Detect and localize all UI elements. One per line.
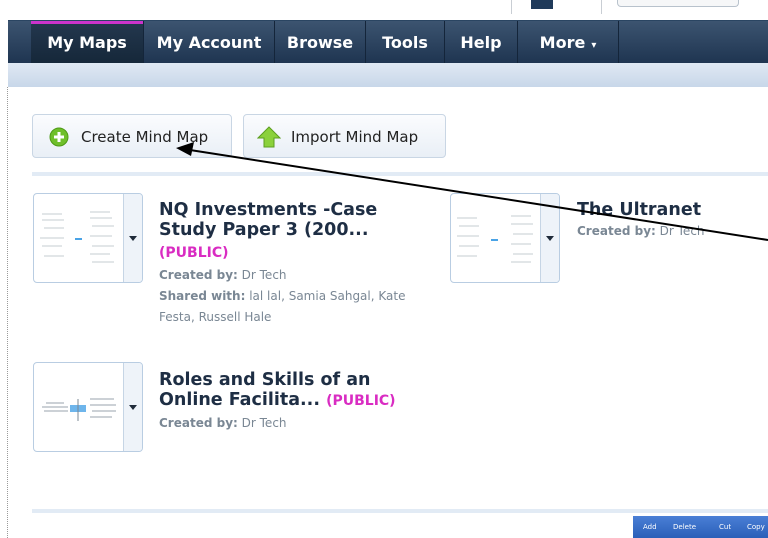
top-dark-tab bbox=[531, 0, 553, 9]
nav-more-label: More bbox=[539, 33, 586, 52]
created-by-value: Dr Tech bbox=[241, 268, 287, 282]
chevron-down-icon bbox=[129, 405, 137, 410]
nav-browse-label: Browse bbox=[286, 33, 354, 52]
nav-help[interactable]: Help bbox=[445, 21, 518, 64]
upload-arrow-icon bbox=[257, 126, 281, 148]
map-title-line2: Online Facilita... bbox=[159, 390, 320, 410]
plus-circle-icon bbox=[49, 127, 69, 147]
section-divider-bottom bbox=[32, 509, 768, 513]
page-border bbox=[7, 87, 8, 538]
mind-map-preview-icon bbox=[40, 211, 114, 263]
public-badge: (PUBLIC) bbox=[326, 393, 396, 409]
mind-map-preview-icon bbox=[457, 215, 533, 263]
nav-tools-label: Tools bbox=[382, 33, 428, 52]
section-divider-top bbox=[32, 172, 768, 176]
delete-button[interactable]: Delete bbox=[673, 523, 696, 531]
shared-with-line2: Festa, Russell Hale bbox=[159, 310, 272, 324]
map-title-line1: NQ Investments -Case bbox=[159, 200, 378, 220]
top-field[interactable] bbox=[617, 0, 739, 7]
top-separator-2 bbox=[601, 0, 602, 14]
top-strip bbox=[0, 0, 768, 20]
cut-button[interactable]: Cut bbox=[719, 523, 731, 531]
top-separator bbox=[511, 0, 512, 14]
create-mind-map-button[interactable]: Create Mind Map bbox=[32, 114, 232, 158]
chevron-down-icon bbox=[546, 236, 554, 241]
nav-my-maps-label: My Maps bbox=[47, 33, 127, 52]
mind-map-preview-icon bbox=[42, 398, 116, 421]
map-title-line1: The Ultranet bbox=[577, 200, 702, 220]
chevron-down-icon: ▾ bbox=[591, 40, 597, 51]
map-title[interactable]: NQ Investments -Case Study Paper 3 (200.… bbox=[159, 200, 377, 240]
main-nav: My Maps My Account Browse Tools Help Mor… bbox=[8, 20, 768, 64]
created-by-label: Created by: bbox=[577, 224, 656, 238]
created-by-label: Created by: bbox=[159, 268, 238, 282]
created-by-label: Created by: bbox=[159, 416, 238, 430]
map-title-line2: Study Paper 3 (200... bbox=[159, 220, 369, 240]
map-meta: Created by: Dr Tech bbox=[577, 221, 705, 242]
nav-browse[interactable]: Browse bbox=[275, 21, 366, 64]
add-button[interactable]: Add bbox=[643, 523, 657, 531]
nav-my-account-label: My Account bbox=[156, 33, 262, 52]
nav-tools[interactable]: Tools bbox=[366, 21, 445, 64]
created-by-value: Dr Tech bbox=[659, 224, 705, 238]
map-thumbnail[interactable] bbox=[33, 193, 143, 283]
public-badge: (PUBLIC) bbox=[159, 245, 229, 261]
map-options-dropdown[interactable] bbox=[540, 194, 559, 282]
map-options-dropdown[interactable] bbox=[123, 363, 142, 451]
created-by-value: Dr Tech bbox=[241, 416, 287, 430]
shared-with-line1: lal lal, Samia Sahgal, Kate bbox=[249, 289, 406, 303]
nav-my-maps[interactable]: My Maps bbox=[31, 21, 144, 64]
copy-button[interactable]: Copy bbox=[747, 523, 765, 531]
sub-bar bbox=[8, 63, 768, 87]
import-mind-map-button[interactable]: Import Mind Map bbox=[243, 114, 446, 158]
chevron-down-icon bbox=[129, 236, 137, 241]
map-thumbnail[interactable] bbox=[33, 362, 143, 452]
map-thumbnail[interactable] bbox=[450, 193, 560, 283]
map-title-line1: Roles and Skills of an bbox=[159, 370, 371, 390]
nav-more[interactable]: More ▾ bbox=[518, 21, 619, 64]
map-title[interactable]: Roles and Skills of an Online Facilita..… bbox=[159, 370, 396, 411]
mini-toolbar: Add Delete Cut Copy bbox=[633, 516, 768, 538]
shared-with-label: Shared with: bbox=[159, 289, 246, 303]
map-meta: Created by: Dr Tech Shared with: lal lal… bbox=[159, 265, 405, 328]
create-mind-map-label: Create Mind Map bbox=[81, 128, 209, 146]
nav-help-label: Help bbox=[460, 33, 502, 52]
map-title[interactable]: The Ultranet bbox=[577, 200, 701, 220]
nav-my-account[interactable]: My Account bbox=[144, 21, 275, 64]
map-options-dropdown[interactable] bbox=[123, 194, 142, 282]
map-meta: Created by: Dr Tech bbox=[159, 413, 287, 434]
import-mind-map-label: Import Mind Map bbox=[291, 128, 419, 146]
